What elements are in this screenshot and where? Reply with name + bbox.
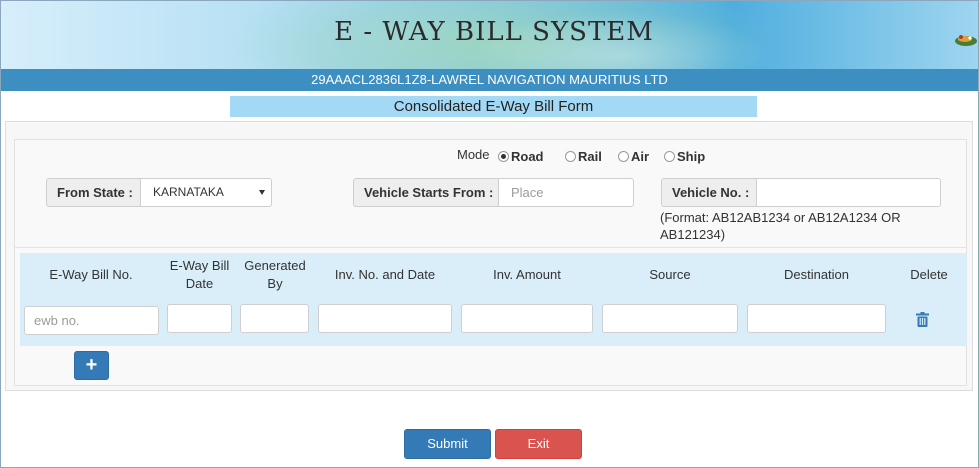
column-header-delete: Delete [910, 267, 948, 282]
radio-dot-checked[interactable] [498, 151, 509, 162]
mode-radio-ship[interactable]: Ship [664, 149, 705, 164]
mode-option-label: Ship [677, 149, 706, 164]
column-header-source: Source [649, 267, 691, 282]
column-header-generated-by: Generated By [244, 258, 306, 291]
add-row-button[interactable]: + [74, 351, 109, 380]
mode-option-label: Air [631, 149, 650, 164]
column-header-ewb-no: E-Way Bill No. [49, 267, 133, 282]
vehicle-no-input[interactable] [756, 178, 941, 207]
mode-radio-air[interactable]: Air [618, 149, 649, 164]
destination-input[interactable] [747, 304, 886, 333]
mode-label: Mode [457, 147, 490, 162]
column-header-ewb-date: E-Way Bill Date [169, 258, 230, 291]
vehicle-no-label: Vehicle No. : [661, 178, 757, 207]
vehicle-starts-from-label: Vehicle Starts From : [353, 178, 499, 207]
generated-by-input[interactable] [240, 304, 309, 333]
ewb-no-input[interactable]: ewb no. [24, 306, 159, 335]
divider [14, 247, 967, 248]
vehicle-starts-from-input[interactable]: Place [498, 178, 634, 207]
from-state-select[interactable]: KARNATAKA [140, 178, 272, 207]
column-header-inv-no-date: Inv. No. and Date [334, 267, 436, 282]
trash-icon[interactable] [916, 312, 929, 327]
from-state-label: From State : [46, 178, 141, 207]
national-emblem-icon [955, 35, 977, 46]
vehicle-format-hint: (Format: AB12AB1234 or AB12A1234 OR AB12… [660, 210, 901, 242]
inv-no-date-input[interactable] [318, 304, 452, 333]
column-header-destination: Destination [783, 267, 850, 282]
mode-radio-rail[interactable]: Rail [565, 149, 602, 164]
submit-button[interactable]: Submit [404, 429, 491, 459]
chevron-down-icon [259, 190, 265, 195]
window-frame: E - WAY BILL SYSTEM 29AAACL2836L1Z8-LAWR… [0, 0, 979, 468]
source-input[interactable] [602, 304, 738, 333]
mode-option-label: Rail [578, 149, 602, 164]
column-header-inv-amount: Inv. Amount [493, 267, 561, 282]
radio-dot[interactable] [565, 151, 576, 162]
header-banner: E - WAY BILL SYSTEM [1, 1, 978, 69]
ewb-date-input[interactable] [167, 304, 232, 333]
radio-dot[interactable] [664, 151, 675, 162]
radio-dot[interactable] [618, 151, 629, 162]
form-title: Consolidated E-Way Bill Form [230, 96, 757, 117]
inv-amount-input[interactable] [461, 304, 593, 333]
app-title: E - WAY BILL SYSTEM [334, 17, 654, 47]
from-state-value: KARNATAKA [153, 185, 224, 199]
mode-option-label: Road [511, 149, 544, 164]
exit-button[interactable]: Exit [495, 429, 582, 459]
mode-radio-road[interactable]: Road [498, 149, 544, 164]
gstin-bar: 29AAACL2836L1Z8-LAWREL NAVIGATION MAURIT… [1, 69, 978, 91]
